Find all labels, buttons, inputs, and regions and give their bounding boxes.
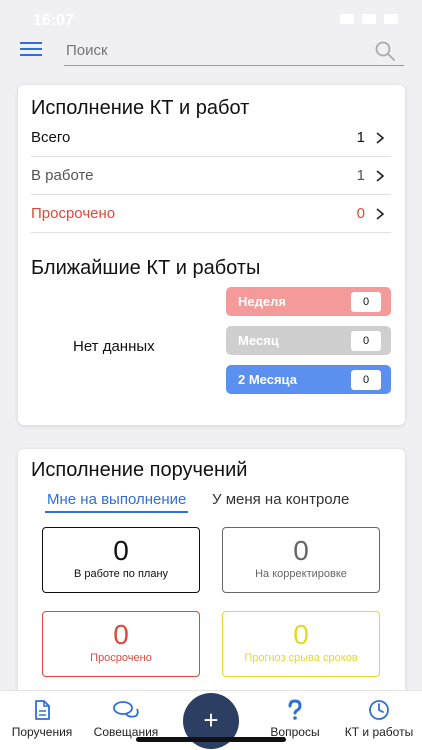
chevron-right-icon	[376, 132, 385, 144]
nav-meetings[interactable]: Совещания	[88, 699, 164, 739]
row-label: В работе	[31, 167, 94, 184]
nav-questions[interactable]: Вопросы	[262, 699, 328, 739]
stat-label: В работе по плану	[73, 568, 169, 580]
battery-icon	[384, 14, 398, 24]
stat-value: 0	[293, 535, 309, 566]
period-label: Месяц	[238, 333, 279, 348]
tab-my-control[interactable]: У меня на контроле	[212, 491, 349, 508]
row-count: 0	[356, 205, 365, 222]
stat-label: Просрочено	[90, 652, 152, 664]
top-bar	[0, 28, 422, 74]
period-two-months[interactable]: 2 Месяца 0	[226, 365, 391, 394]
signal-icon	[340, 14, 354, 24]
tab-my-execution[interactable]: Мне на выполнение	[45, 491, 189, 513]
chevron-right-icon	[376, 170, 385, 182]
period-label: 2 Месяца	[238, 372, 297, 387]
plus-icon: +	[203, 705, 219, 735]
stat-deadline-forecast[interactable]: 0 Прогноз срыва сроков	[222, 611, 380, 677]
chevron-right-icon	[376, 208, 385, 220]
chat-bubbles-icon	[113, 701, 139, 718]
home-indicator	[136, 737, 286, 742]
nav-kt-works[interactable]: КТ и работы	[338, 699, 420, 739]
clock-icon	[369, 700, 389, 720]
stat-value: 0	[113, 535, 129, 566]
kt-card-title: Исполнение КТ и работ	[31, 97, 250, 119]
question-icon	[288, 699, 302, 720]
nav-orders[interactable]: Поручения	[8, 699, 76, 739]
stat-in-progress[interactable]: 0 В работе по плану	[42, 527, 200, 593]
menu-icon[interactable]	[20, 42, 42, 58]
orders-card-title: Исполнение поручений	[31, 459, 248, 481]
search-input[interactable]	[64, 36, 364, 64]
period-week[interactable]: Неделя 0	[226, 287, 391, 316]
kt-row-in-progress[interactable]: В работе 1	[31, 157, 391, 195]
period-month[interactable]: Месяц 0	[226, 326, 391, 355]
kt-row-total[interactable]: Всего 1	[31, 119, 391, 157]
status-icons	[340, 14, 398, 24]
document-icon	[35, 700, 50, 720]
row-label: Просрочено	[31, 205, 116, 222]
kt-execution-card: Исполнение КТ и работ Всего 1 В работе 1…	[18, 85, 405, 425]
period-value: 0	[351, 331, 381, 351]
stat-label: Прогноз срыва сроков	[244, 652, 358, 664]
wifi-icon	[362, 14, 376, 24]
period-value: 0	[351, 292, 381, 312]
stat-overdue[interactable]: 0 Просрочено	[42, 611, 200, 677]
row-count: 1	[356, 167, 365, 184]
stat-value: 0	[293, 619, 309, 650]
stat-value: 0	[113, 619, 129, 650]
search-icon[interactable]	[374, 40, 396, 62]
stat-label: На корректировке	[255, 568, 347, 580]
orders-tabs: Мне на выполнение У меня на контроле	[42, 491, 382, 515]
no-data-text: Нет данных	[73, 338, 155, 355]
stat-correction[interactable]: 0 На корректировке	[222, 527, 380, 593]
search-bar[interactable]	[64, 36, 404, 66]
upcoming-title: Ближайшие КТ и работы	[31, 257, 261, 279]
period-label: Неделя	[238, 294, 286, 309]
orders-execution-card: Исполнение поручений Мне на выполнение У…	[18, 449, 405, 719]
nav-label: Поручения	[11, 725, 73, 739]
kt-row-overdue[interactable]: Просрочено 0	[31, 195, 391, 233]
nav-label: КТ и работы	[344, 725, 414, 739]
row-count: 1	[356, 129, 365, 146]
period-value: 0	[351, 370, 381, 390]
row-label: Всего	[31, 129, 71, 146]
